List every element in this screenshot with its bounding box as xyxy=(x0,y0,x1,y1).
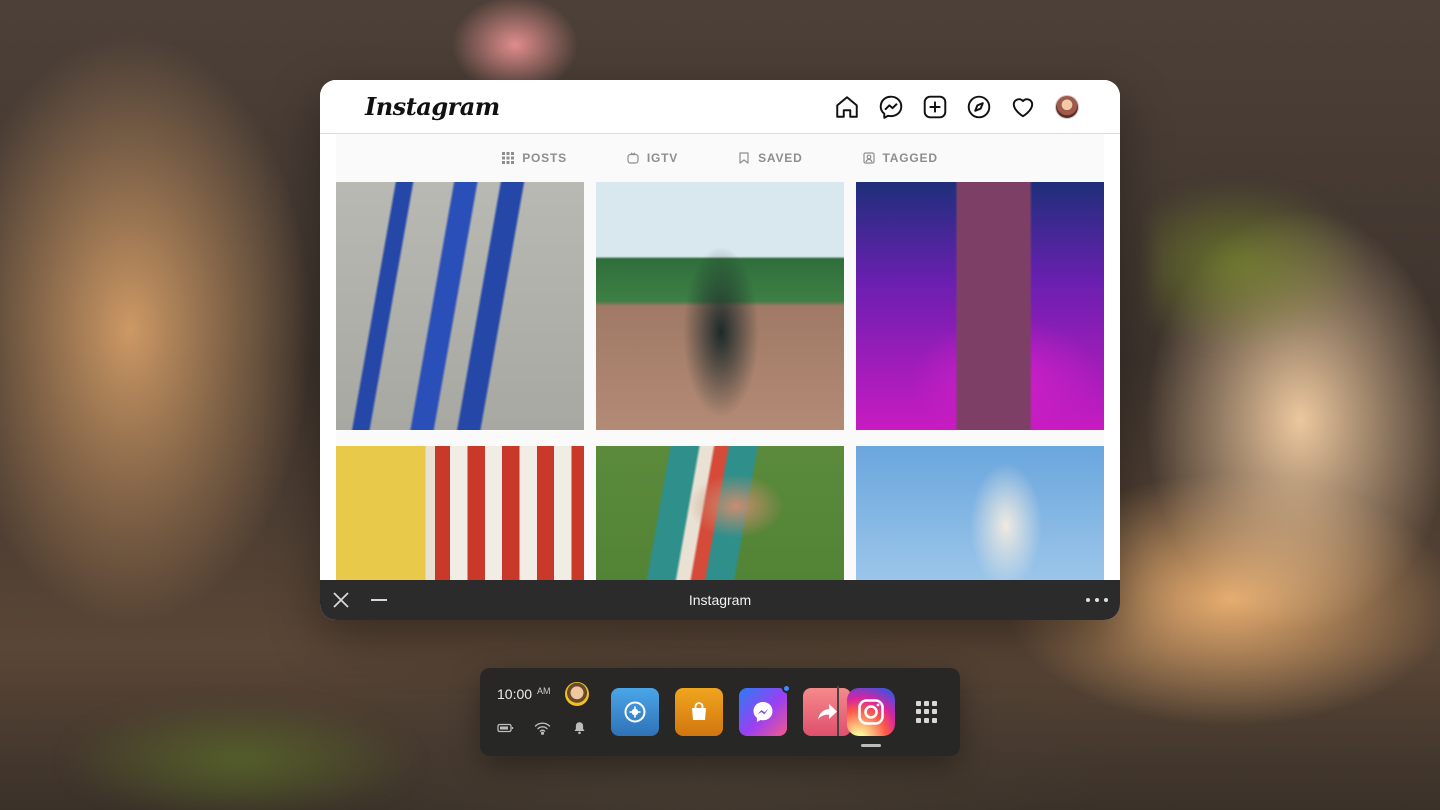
notification-dot xyxy=(782,684,791,693)
messenger-icon[interactable] xyxy=(878,94,904,120)
running-indicator xyxy=(861,744,881,747)
tagged-icon xyxy=(862,152,875,164)
instagram-header: Instagram xyxy=(320,80,1120,134)
post-shadows-on-asphalt[interactable] xyxy=(336,182,584,430)
instagram-logo[interactable]: Instagram xyxy=(365,92,500,121)
grid-icon xyxy=(502,152,515,164)
profile-content: POSTS IGTV SAVED TAGGED xyxy=(336,134,1104,620)
window-title: Instagram xyxy=(688,592,752,608)
profile-avatar-image xyxy=(1055,94,1079,119)
profile-tabs: POSTS IGTV SAVED TAGGED xyxy=(336,134,1104,182)
more-options-icon[interactable] xyxy=(1086,593,1108,607)
messenger-app[interactable] xyxy=(739,684,791,736)
messenger-icon xyxy=(753,702,773,722)
dock-divider xyxy=(837,686,839,736)
home-icon[interactable] xyxy=(834,94,860,120)
tab-igtv[interactable]: IGTV xyxy=(627,151,678,165)
instagram-icon xyxy=(858,699,884,725)
profile-avatar[interactable] xyxy=(1054,94,1080,120)
app-library-icon[interactable] xyxy=(916,701,938,723)
post-skateboard-trick[interactable] xyxy=(596,182,844,430)
instagram-app[interactable] xyxy=(847,688,895,736)
minimize-icon[interactable] xyxy=(371,599,387,601)
tab-tagged-label: TAGGED xyxy=(882,151,938,165)
igtv-icon xyxy=(627,152,639,164)
share-app[interactable] xyxy=(803,688,851,736)
battery-icon[interactable] xyxy=(497,721,514,735)
system-dock: 10:00 AM xyxy=(480,668,960,756)
clock-time: 10:00 xyxy=(497,686,533,702)
wifi-icon[interactable] xyxy=(534,721,551,735)
tab-saved-label: SAVED xyxy=(758,151,803,165)
instagram-window: Instagram POSTS IGTV SAVED TAGGED Instag… xyxy=(320,80,1120,620)
tab-saved[interactable]: SAVED xyxy=(738,151,802,165)
clock-ampm: AM xyxy=(537,686,551,696)
user-avatar[interactable] xyxy=(565,682,589,706)
tab-igtv-label: IGTV xyxy=(646,151,679,165)
shopping-bag-icon xyxy=(692,702,706,720)
background-plant xyxy=(1150,180,1370,350)
compass-icon xyxy=(624,701,646,723)
instagram-nav xyxy=(834,94,1080,120)
status-indicators xyxy=(497,721,588,735)
explore-app[interactable] xyxy=(611,688,659,736)
tab-posts-label: POSTS xyxy=(522,151,567,165)
window-titlebar[interactable]: Instagram xyxy=(320,580,1120,620)
background-foliage xyxy=(60,700,420,810)
bookmark-icon xyxy=(739,152,749,164)
tab-posts[interactable]: POSTS xyxy=(502,151,567,165)
explore-icon[interactable] xyxy=(966,94,992,120)
activity-heart-icon[interactable] xyxy=(1010,94,1036,120)
close-icon[interactable] xyxy=(332,591,350,609)
new-post-icon[interactable] xyxy=(922,94,948,120)
tab-tagged[interactable]: TAGGED xyxy=(862,151,938,165)
posts-grid xyxy=(336,182,1104,620)
store-app[interactable] xyxy=(675,688,723,736)
post-roller-skates-neon[interactable] xyxy=(856,182,1104,430)
dock-apps xyxy=(611,684,851,736)
notifications-bell-icon[interactable] xyxy=(571,721,588,735)
